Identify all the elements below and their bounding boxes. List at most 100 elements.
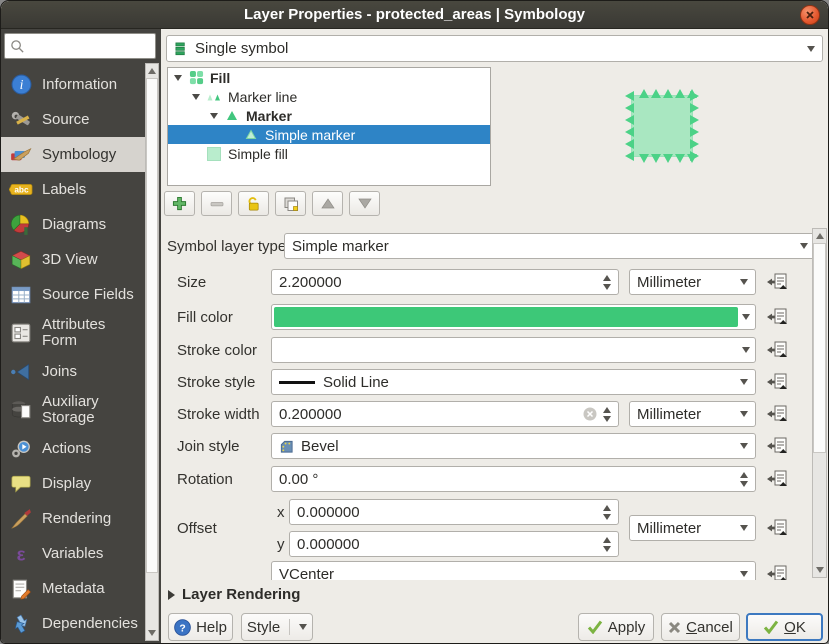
spin-up-icon[interactable]	[603, 275, 611, 281]
wrench-icon	[9, 108, 33, 132]
scroll-up-icon[interactable]	[146, 64, 158, 78]
scroll-down-icon[interactable]	[146, 626, 158, 640]
tree-row-marker-line[interactable]: Marker line	[168, 87, 490, 106]
fill-color-label: Fill color	[177, 304, 233, 330]
remove-symbol-layer-button[interactable]	[201, 191, 232, 216]
symbol-layer-tree[interactable]: Fill Marker line Marker Simple marker Si…	[167, 67, 491, 186]
rotation-spinbox[interactable]: 0.00 °	[271, 466, 756, 492]
expander-icon[interactable]	[210, 113, 218, 119]
sidebar-item-actions[interactable]: Actions	[1, 431, 146, 466]
offset-y-value: 0.000000	[297, 536, 360, 553]
settings-scrollbar[interactable]	[812, 228, 827, 578]
fill-color-button[interactable]	[271, 304, 756, 330]
sidebar-item-rendering[interactable]: Rendering	[1, 501, 146, 536]
tree-row-simple-fill[interactable]: Simple fill	[168, 144, 490, 163]
chevron-down-icon[interactable]	[742, 314, 750, 320]
fill-color-override-button[interactable]	[763, 305, 791, 329]
stroke-width-unit-combo[interactable]: Millimeter	[629, 401, 756, 427]
sidebar-search[interactable]	[4, 33, 156, 59]
stroke-style-override-button[interactable]	[763, 370, 791, 394]
stroke-color-button[interactable]	[271, 337, 756, 363]
sidebar-item-auxiliary-storage[interactable]: Auxiliary Storage	[1, 389, 146, 431]
anchor-point-combo[interactable]: VCenter	[271, 561, 756, 580]
spin-down-icon[interactable]	[603, 546, 611, 552]
stroke-width-spinbox[interactable]: 0.200000	[271, 401, 619, 427]
stroke-style-combo[interactable]: Solid Line	[271, 369, 756, 395]
sidebar-item-3d-view[interactable]: 3D View	[1, 242, 146, 277]
sidebar-item-information[interactable]: i Information	[1, 67, 146, 102]
chevron-down-icon	[807, 46, 815, 52]
sidebar-item-labels[interactable]: abc Labels	[1, 172, 146, 207]
spin-up-icon[interactable]	[603, 407, 611, 413]
tree-row-marker[interactable]: Marker	[168, 106, 490, 125]
layer-rendering-group[interactable]: Layer Rendering	[168, 586, 300, 603]
stroke-width-override-button[interactable]	[763, 402, 791, 426]
chevron-down-icon[interactable]	[742, 347, 750, 353]
rotation-override-button[interactable]	[763, 467, 791, 491]
join-style-override-button[interactable]	[763, 434, 791, 458]
stroke-width-label: Stroke width	[177, 401, 260, 427]
spin-down-icon[interactable]	[740, 481, 748, 487]
spin-up-icon[interactable]	[603, 505, 611, 511]
help-button[interactable]: ? Help	[168, 613, 233, 641]
svg-text:i: i	[19, 77, 23, 92]
scrollbar-thumb[interactable]	[146, 78, 158, 573]
scroll-up-icon[interactable]	[813, 229, 826, 243]
cancel-button[interactable]: Cancel	[661, 613, 740, 641]
sidebar-scrollbar[interactable]	[145, 63, 159, 641]
ok-button[interactable]: OK	[746, 613, 823, 641]
sidebar-item-diagrams[interactable]: Diagrams	[1, 207, 146, 242]
anchor-override-button[interactable]	[763, 562, 791, 580]
scroll-down-icon[interactable]	[813, 563, 826, 577]
offset-override-button[interactable]	[763, 516, 791, 540]
tree-row-fill[interactable]: Fill	[168, 68, 490, 87]
style-menu-button[interactable]: Style	[241, 613, 313, 641]
join-style-combo[interactable]: Bevel	[271, 433, 756, 459]
spin-down-icon[interactable]	[603, 284, 611, 290]
spin-up-icon[interactable]	[740, 472, 748, 478]
move-down-button[interactable]	[349, 191, 380, 216]
sidebar-item-source[interactable]: Source	[1, 102, 146, 137]
lock-color-button[interactable]	[238, 191, 269, 216]
title-bar[interactable]: Layer Properties - protected_areas | Sym…	[1, 1, 828, 29]
clear-value-icon[interactable]	[583, 407, 597, 421]
sidebar-item-attributes-form[interactable]: Attributes Form	[1, 312, 146, 354]
sidebar-item-variables[interactable]: ε Variables	[1, 536, 146, 571]
spin-down-icon[interactable]	[603, 514, 611, 520]
sidebar-item-symbology[interactable]: Symbology	[1, 137, 146, 172]
sidebar-item-metadata[interactable]: Metadata	[1, 571, 146, 606]
symbol-layer-type-combo[interactable]: Simple marker	[284, 233, 816, 259]
apply-button[interactable]: Apply	[578, 613, 654, 641]
duplicate-symbol-layer-button[interactable]	[275, 191, 306, 216]
renderer-type-combo[interactable]: Single symbol	[166, 35, 823, 62]
fill-color-swatch	[274, 307, 738, 327]
sidebar-item-joins[interactable]: Joins	[1, 354, 146, 389]
sidebar-item-source-fields[interactable]: Source Fields	[1, 277, 146, 312]
move-up-button[interactable]	[312, 191, 343, 216]
spin-down-icon[interactable]	[603, 416, 611, 422]
sidebar-item-dependencies[interactable]: Dependencies	[1, 606, 146, 641]
tree-row-simple-marker[interactable]: Simple marker	[168, 125, 490, 144]
expander-icon[interactable]	[174, 75, 182, 81]
style-label: Style	[247, 619, 280, 636]
expander-icon[interactable]	[192, 94, 200, 100]
stroke-color-override-button[interactable]	[763, 338, 791, 362]
svg-text:abc: abc	[14, 185, 29, 195]
help-label: Help	[196, 619, 227, 636]
sidebar-item-display[interactable]: Display	[1, 466, 146, 501]
offset-unit-combo[interactable]: Millimeter	[629, 515, 756, 541]
marker-line-icon	[206, 90, 222, 104]
size-unit-combo[interactable]: Millimeter	[629, 269, 756, 295]
scrollbar-thumb[interactable]	[813, 243, 826, 453]
add-symbol-layer-button[interactable]	[164, 191, 195, 216]
close-button[interactable]	[800, 5, 820, 25]
stroke-color-label: Stroke color	[177, 337, 257, 363]
renderer-value: Single symbol	[195, 40, 288, 57]
spin-up-icon[interactable]	[603, 537, 611, 543]
size-override-button[interactable]	[763, 270, 791, 294]
offset-y-spinbox[interactable]: 0.000000	[289, 531, 619, 557]
size-spinbox[interactable]: 2.200000	[271, 269, 619, 295]
expand-right-icon[interactable]	[168, 590, 175, 600]
search-input[interactable]	[25, 38, 143, 54]
offset-x-spinbox[interactable]: 0.000000	[289, 499, 619, 525]
